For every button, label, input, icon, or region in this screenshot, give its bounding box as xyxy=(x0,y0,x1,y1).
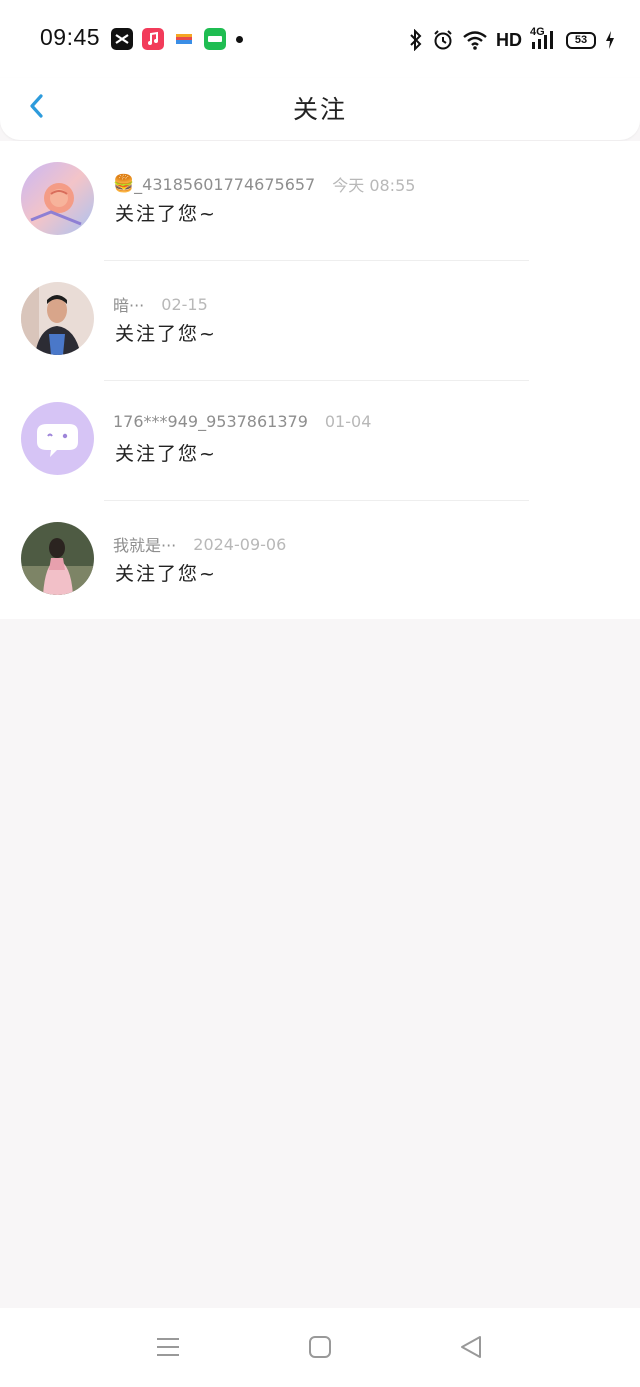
item-meta: 176***949_9537861379 01-04 xyxy=(113,412,371,431)
list-item[interactable]: 暗··· 02-15 关注了您~ xyxy=(0,261,640,381)
alarm-icon xyxy=(434,30,452,50)
iqiyi-icon xyxy=(204,28,226,50)
username[interactable]: 暗··· xyxy=(113,292,144,316)
back-nav-button[interactable] xyxy=(458,1334,484,1364)
capcut-icon xyxy=(111,28,133,50)
follow-message: 关注了您~ xyxy=(115,563,217,585)
username[interactable]: _43185601774675657 xyxy=(134,175,315,194)
username[interactable]: 我就是··· xyxy=(113,532,176,556)
avatar[interactable] xyxy=(21,522,94,595)
music-icon xyxy=(142,28,164,50)
follow-date: 02-15 xyxy=(161,294,208,314)
avatar[interactable] xyxy=(21,162,94,235)
item-meta: 暗··· 02-15 xyxy=(113,292,208,316)
page-header: 关注 xyxy=(0,78,640,140)
battery-icon: 53 xyxy=(566,31,596,49)
follow-message: 关注了您~ xyxy=(115,443,217,465)
list-item[interactable]: 我就是··· 2024-09-06 关注了您~ xyxy=(0,501,640,621)
home-square-icon xyxy=(309,1336,331,1358)
follow-date: 今天 08:55 xyxy=(332,176,416,195)
signal-icon: 4G xyxy=(530,26,558,51)
wifi-icon xyxy=(463,31,487,50)
burger-emoji-icon: 🍔 xyxy=(113,174,135,194)
follow-date: 01-04 xyxy=(324,412,372,431)
follow-list: 🍔 _43185601774675657 今天 08:55 关注了您~ 暗···… xyxy=(0,141,640,619)
follow-date: 2024-09-06 xyxy=(193,534,287,554)
item-meta: 我就是··· 2024-09-06 xyxy=(113,532,286,556)
home-button[interactable] xyxy=(307,1334,333,1364)
status-bar: 09:45 HD 4G 53 xyxy=(0,0,640,78)
list-item[interactable]: 🍔 _43185601774675657 今天 08:55 关注了您~ xyxy=(0,141,640,261)
menu-icon xyxy=(157,1338,179,1356)
wallet-icon xyxy=(173,28,195,50)
network-type: HD xyxy=(496,29,522,50)
username[interactable]: 176***949_9537861379 xyxy=(113,412,308,431)
item-meta: 🍔 _43185601774675657 今天 08:55 xyxy=(113,172,415,196)
status-time: 09:45 xyxy=(40,24,101,50)
follow-message: 关注了您~ xyxy=(115,203,217,225)
notification-dot-icon xyxy=(236,36,243,43)
menu-button[interactable] xyxy=(155,1334,181,1364)
avatar[interactable] xyxy=(21,402,94,475)
avatar[interactable] xyxy=(21,282,94,355)
list-item[interactable]: 176***949_9537861379 01-04 关注了您~ xyxy=(0,381,640,501)
system-nav-bar xyxy=(0,1308,640,1387)
bluetooth-icon xyxy=(410,29,422,51)
back-triangle-icon xyxy=(461,1336,481,1358)
page-title: 关注 xyxy=(292,95,347,124)
follow-message: 关注了您~ xyxy=(115,323,217,345)
charging-icon xyxy=(606,31,614,49)
